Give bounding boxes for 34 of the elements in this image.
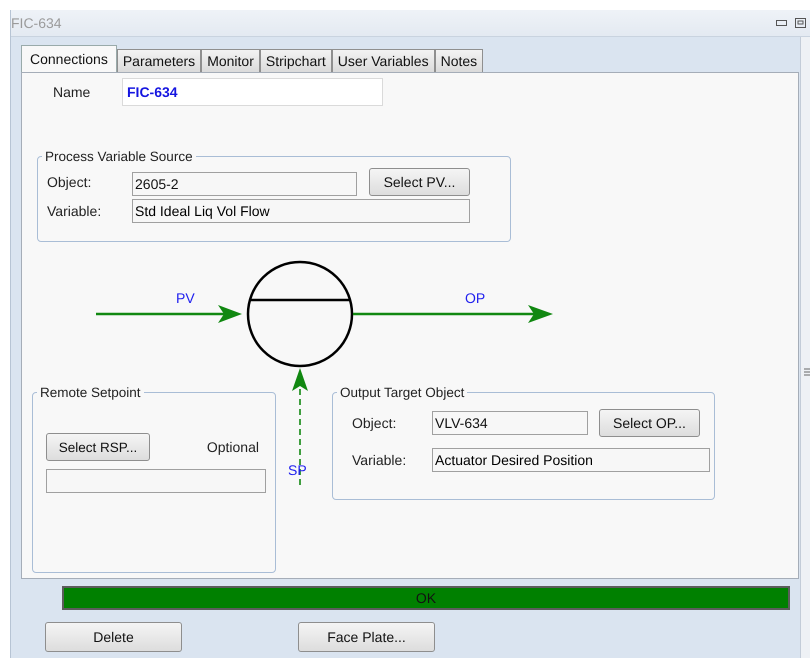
variable-label: Variable: xyxy=(47,203,102,219)
status-bar: OK xyxy=(62,586,790,610)
window-title: FIC-634 xyxy=(11,15,62,31)
object-label: Object: xyxy=(352,415,398,431)
minimize-icon[interactable] xyxy=(776,20,787,26)
pv-object-field[interactable]: 2605-2 xyxy=(132,172,357,196)
grip-icon[interactable] xyxy=(804,367,810,377)
name-field[interactable]: FIC-634 xyxy=(122,78,383,106)
restore-icon[interactable] xyxy=(795,18,806,28)
sp-label: SP xyxy=(288,462,307,478)
tab[interactable]: Stripchart xyxy=(260,49,332,72)
rsp-field[interactable] xyxy=(46,469,266,493)
op-object-field[interactable]: VLV-634 xyxy=(432,411,588,435)
select-rsp-button[interactable]: Select RSP... xyxy=(46,433,150,461)
pv-label: PV xyxy=(176,290,195,306)
variable-label: Variable: xyxy=(352,452,408,468)
delete-button[interactable]: Delete xyxy=(45,622,182,652)
select-op-button[interactable]: Select OP... xyxy=(599,409,700,437)
tab[interactable]: Notes xyxy=(434,49,484,72)
face-plate-button[interactable]: Face Plate... xyxy=(298,622,435,652)
group-title: Remote Setpoint xyxy=(39,385,142,400)
group-title: Output Target Object xyxy=(339,385,466,400)
tab[interactable]: Parameters xyxy=(116,49,202,72)
tab[interactable]: User Variables xyxy=(332,49,435,72)
name-label: Name xyxy=(53,84,92,100)
op-label: OP xyxy=(465,290,486,306)
tab[interactable]: Connections xyxy=(21,45,117,72)
object-label: Object: xyxy=(47,174,92,190)
optional-label: Optional xyxy=(206,439,259,455)
tab[interactable]: Monitor xyxy=(201,49,260,72)
op-variable-field[interactable]: Actuator Desired Position xyxy=(432,448,710,472)
group-title: Process Variable Source xyxy=(44,149,194,164)
select-pv-button[interactable]: Select PV... xyxy=(369,168,470,196)
pv-variable-field[interactable]: Std Ideal Liq Vol Flow xyxy=(132,199,470,223)
